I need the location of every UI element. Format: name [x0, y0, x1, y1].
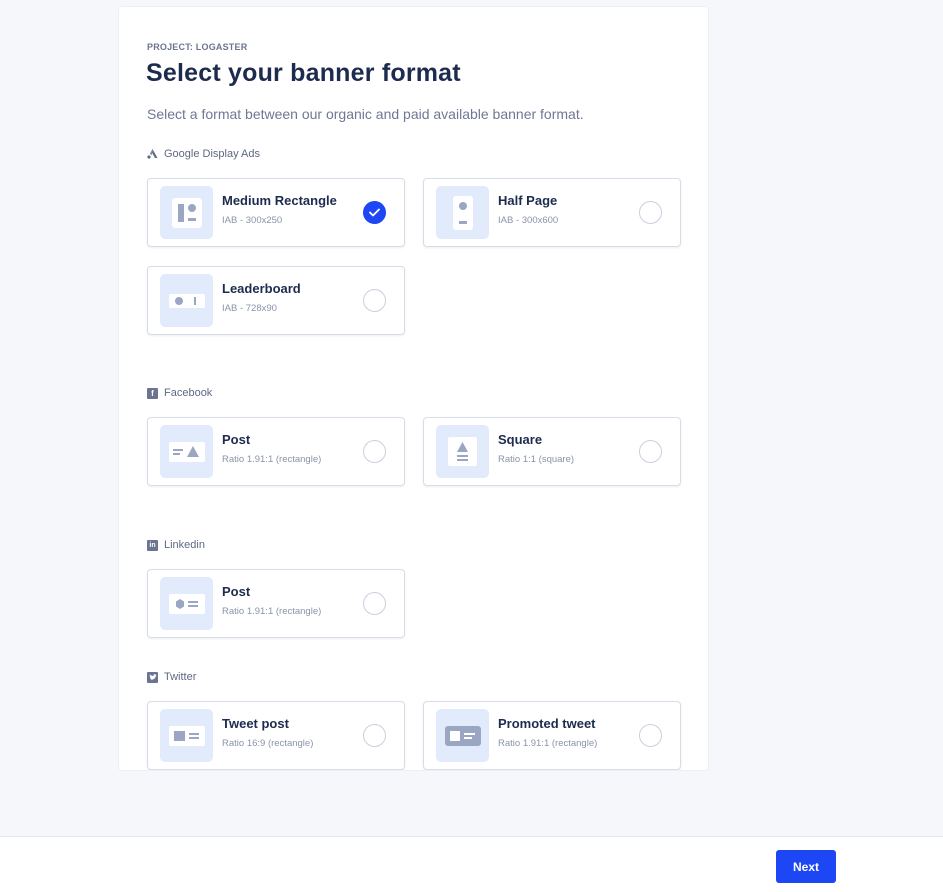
twitter-icon — [147, 671, 158, 683]
facebook-post-icon — [160, 425, 213, 478]
format-title: Square — [498, 432, 543, 447]
format-radio[interactable] — [639, 440, 662, 463]
format-card-medium-rectangle[interactable]: Medium Rectangle IAB - 300x250 — [147, 178, 405, 247]
tweet-post-icon — [160, 709, 213, 762]
promoted-tweet-icon — [436, 709, 489, 762]
format-spec: Ratio 1:1 (square) — [498, 454, 575, 465]
page-subtitle: Select a format between our organic and … — [147, 106, 584, 122]
footer-bar: Next — [0, 836, 943, 892]
format-title: Medium Rectangle — [222, 193, 337, 208]
google-ads-icon — [147, 149, 158, 160]
format-card-facebook-post[interactable]: Post Ratio 1.91:1 (rectangle) — [147, 417, 405, 486]
format-title: Tweet post — [222, 716, 289, 731]
format-spec: Ratio 1.91:1 (rectangle) — [222, 454, 322, 465]
format-card-promoted-tweet[interactable]: Promoted tweet Ratio 1.91:1 (rectangle) — [423, 701, 681, 770]
format-card-tweet-post[interactable]: Tweet post Ratio 16:9 (rectangle) — [147, 701, 405, 770]
square-icon — [436, 425, 489, 478]
format-spec: Ratio 1.91:1 (rectangle) — [222, 606, 322, 617]
format-spec: IAB - 300x600 — [498, 215, 559, 226]
format-title: Promoted tweet — [498, 716, 596, 731]
format-card-linkedin-post[interactable]: Post Ratio 1.91:1 (rectangle) — [147, 569, 405, 638]
format-title: Post — [222, 584, 251, 599]
linkedin-post-icon — [160, 577, 213, 630]
format-spec: Ratio 16:9 (rectangle) — [222, 738, 314, 749]
format-radio[interactable] — [363, 592, 386, 615]
format-card-leaderboard[interactable]: Leaderboard IAB - 728x90 — [147, 266, 405, 335]
format-title: Post — [222, 432, 251, 447]
checkmark-icon — [369, 208, 380, 217]
section-facebook: f Facebook — [147, 387, 212, 399]
next-button[interactable]: Next — [776, 850, 836, 883]
banner-format-panel: PROJECT: LOGASTER Select your banner for… — [118, 6, 709, 771]
section-label-text: Google Display Ads — [164, 148, 260, 160]
section-twitter: Twitter — [147, 671, 196, 683]
page-title: Select your banner format — [146, 59, 461, 87]
section-label-text: Facebook — [164, 387, 213, 399]
format-card-half-page[interactable]: Half Page IAB - 300x600 — [423, 178, 681, 247]
section-label-text: Linkedin — [164, 539, 205, 551]
format-radio[interactable] — [639, 724, 662, 747]
half-page-icon — [436, 186, 489, 239]
section-label-text: Twitter — [164, 671, 197, 683]
section-linkedin: in Linkedin — [147, 539, 205, 551]
leaderboard-icon — [160, 274, 213, 327]
linkedin-icon: in — [147, 539, 158, 551]
section-google-display-ads: Google Display Ads — [147, 148, 260, 160]
format-spec: IAB - 300x250 — [222, 215, 283, 226]
format-spec: Ratio 1.91:1 (rectangle) — [498, 738, 598, 749]
format-radio[interactable] — [639, 201, 662, 224]
medium-rectangle-icon — [160, 186, 213, 239]
format-title: Leaderboard — [222, 281, 301, 296]
format-radio-selected[interactable] — [363, 201, 386, 224]
format-title: Half Page — [498, 193, 558, 208]
format-radio[interactable] — [363, 440, 386, 463]
format-radio[interactable] — [363, 289, 386, 312]
format-card-square[interactable]: Square Ratio 1:1 (square) — [423, 417, 681, 486]
project-label: PROJECT: LOGASTER — [147, 42, 248, 52]
format-spec: IAB - 728x90 — [222, 303, 277, 314]
facebook-icon: f — [147, 387, 158, 399]
format-radio[interactable] — [363, 724, 386, 747]
